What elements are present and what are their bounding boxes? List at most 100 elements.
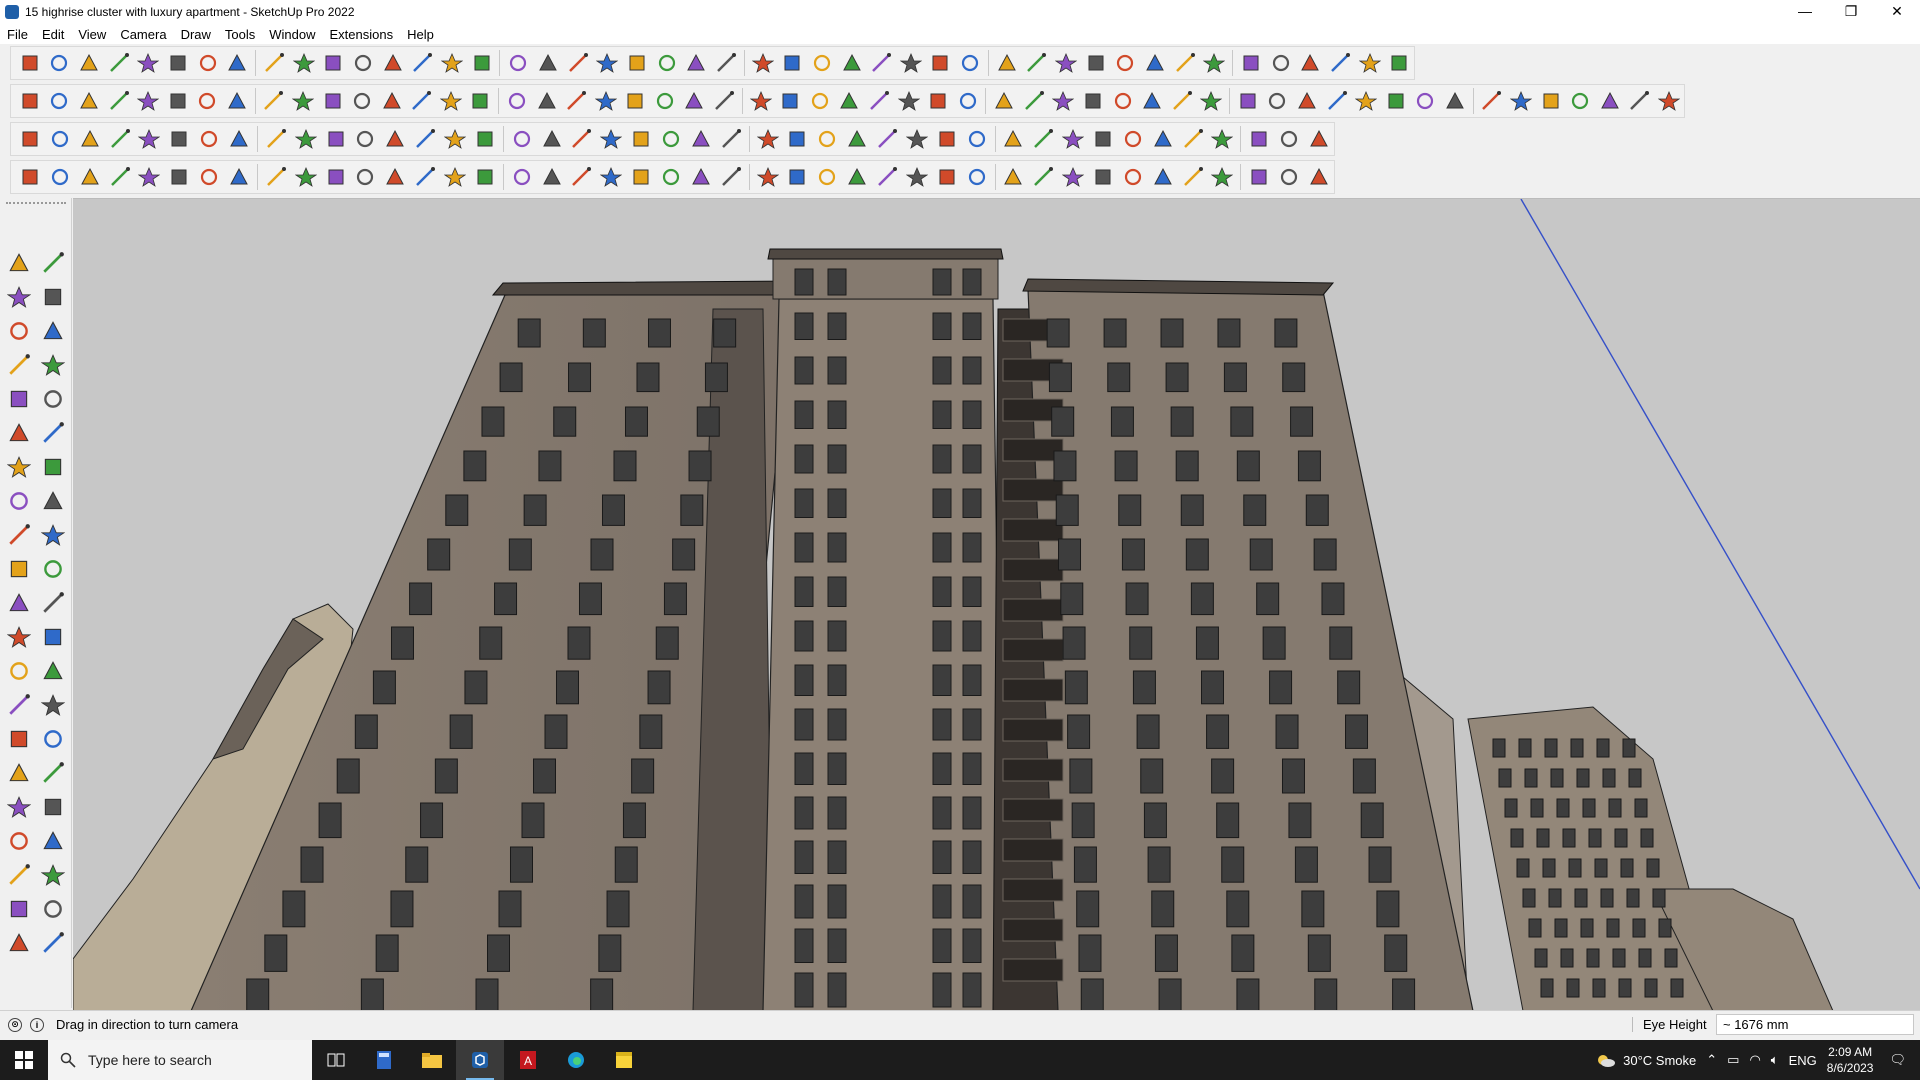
section-fill-tool-button[interactable] <box>4 928 34 958</box>
push-pull-button[interactable] <box>193 48 223 78</box>
extrude-button[interactable] <box>537 162 567 192</box>
zoom-extents-button[interactable] <box>533 48 563 78</box>
section-plane-tool-button[interactable] <box>38 860 68 890</box>
tray-overflow-icon[interactable]: ⌃ <box>1706 1052 1717 1068</box>
sandbox-from-contours-button[interactable] <box>15 124 45 154</box>
roof-tool-button[interactable] <box>350 162 380 192</box>
railing-button[interactable] <box>656 162 686 192</box>
notifications-icon[interactable]: 🗨︎ <box>1889 1052 1906 1068</box>
redo-button[interactable] <box>777 48 807 78</box>
extrude-button[interactable] <box>164 162 194 192</box>
tape-measure-button[interactable] <box>348 48 378 78</box>
profile-button[interactable] <box>681 48 711 78</box>
sandbox-button[interactable] <box>192 86 222 116</box>
floorplan-button[interactable] <box>709 86 739 116</box>
section-plane-button[interactable] <box>652 48 682 78</box>
menu-camera[interactable]: Camera <box>120 27 166 42</box>
undo-history-button[interactable] <box>962 124 992 154</box>
weld-button[interactable] <box>15 162 45 192</box>
drape-button[interactable] <box>872 124 902 154</box>
floorplan-button[interactable] <box>1167 86 1197 116</box>
menu-extensions[interactable]: Extensions <box>330 27 394 42</box>
taskbar-calculator[interactable] <box>360 1040 408 1080</box>
louver-button[interactable] <box>321 162 351 192</box>
freehand-button[interactable] <box>1351 86 1381 116</box>
scale-tool-button[interactable] <box>4 588 34 618</box>
minimize-button[interactable]: — <box>1782 0 1828 22</box>
louver-button[interactable] <box>686 162 716 192</box>
house-button[interactable] <box>1137 86 1167 116</box>
text-tool-button[interactable] <box>38 656 68 686</box>
bezier-button[interactable] <box>440 162 470 192</box>
zoom-window-button[interactable] <box>503 48 533 78</box>
move-tool-button[interactable] <box>4 520 34 550</box>
add-detail-button[interactable] <box>1274 124 1304 154</box>
move-up-button[interactable] <box>133 86 163 116</box>
make-component-button[interactable] <box>532 86 562 116</box>
spline-button[interactable] <box>842 162 872 192</box>
loft-button[interactable] <box>507 162 537 192</box>
intersect-button[interactable] <box>1058 124 1088 154</box>
spline-button[interactable] <box>470 162 500 192</box>
paint-bucket-button[interactable] <box>408 48 438 78</box>
bezier-button[interactable] <box>75 162 105 192</box>
follow-me-tool-button[interactable] <box>38 554 68 584</box>
floorplan-button[interactable] <box>259 86 289 116</box>
stamp-button[interactable] <box>1208 124 1238 154</box>
3d-text-button[interactable] <box>561 86 591 116</box>
pie-tool-button[interactable] <box>38 452 68 482</box>
axes-button[interactable] <box>711 48 741 78</box>
taskbar-edge[interactable] <box>552 1040 600 1080</box>
follow-me-button[interactable] <box>223 48 253 78</box>
pan-button[interactable] <box>467 48 497 78</box>
scale-button[interactable] <box>1111 48 1141 78</box>
from-scratch-button[interactable] <box>45 124 75 154</box>
text-button[interactable] <box>378 48 408 78</box>
from-scratch-button[interactable] <box>410 124 440 154</box>
group-button[interactable] <box>953 86 983 116</box>
position-camera-tool-button[interactable] <box>4 826 34 856</box>
smoove-button[interactable] <box>1178 124 1208 154</box>
line-button[interactable] <box>104 48 134 78</box>
smoove-button[interactable] <box>440 124 470 154</box>
move-button[interactable] <box>259 48 289 78</box>
curve-button[interactable] <box>782 162 812 192</box>
stair-button[interactable] <box>999 162 1029 192</box>
pan-tool-button[interactable] <box>38 724 68 754</box>
axes-tool-button[interactable] <box>4 690 34 720</box>
fillet-button[interactable] <box>1304 162 1334 192</box>
3d-text-tool-button[interactable] <box>38 690 68 720</box>
sandbox-from-contours-button[interactable] <box>380 124 410 154</box>
house-button[interactable] <box>680 86 710 116</box>
eraser-button[interactable] <box>866 48 896 78</box>
delete-button[interactable] <box>999 124 1029 154</box>
group-button[interactable] <box>502 86 532 116</box>
zoom-window-button[interactable] <box>1295 48 1325 78</box>
polygon-button[interactable] <box>835 86 865 116</box>
stamp-button[interactable] <box>105 124 135 154</box>
position-camera-button[interactable] <box>563 48 593 78</box>
zoom-tool-button[interactable] <box>4 758 34 788</box>
close-button[interactable]: ✕ <box>1874 0 1920 22</box>
paint-bucket-button[interactable] <box>1200 48 1230 78</box>
line-tool-button[interactable] <box>4 350 34 380</box>
circle-button[interactable] <box>407 86 437 116</box>
rotate-tool-button[interactable] <box>4 554 34 584</box>
fillet-button[interactable] <box>566 162 596 192</box>
weld-button[interactable] <box>1118 162 1148 192</box>
circle-button[interactable] <box>1322 86 1352 116</box>
rotate-button[interactable] <box>1081 48 1111 78</box>
rotate-button[interactable] <box>289 48 319 78</box>
extrude-button[interactable] <box>1274 162 1304 192</box>
intersect-button[interactable] <box>686 124 716 154</box>
menu-edit[interactable]: Edit <box>42 27 64 42</box>
position-camera-button[interactable] <box>1355 48 1385 78</box>
volume-icon[interactable]: 🔈︎ <box>1771 1052 1779 1068</box>
move-down-button[interactable] <box>621 86 651 116</box>
polygon-tool-button[interactable] <box>38 418 68 448</box>
add-detail-button[interactable] <box>164 124 194 154</box>
arc-button[interactable] <box>926 48 956 78</box>
bezier-button[interactable] <box>1178 162 1208 192</box>
sandbox-from-contours-button[interactable] <box>1118 124 1148 154</box>
grid-button[interactable] <box>291 124 321 154</box>
